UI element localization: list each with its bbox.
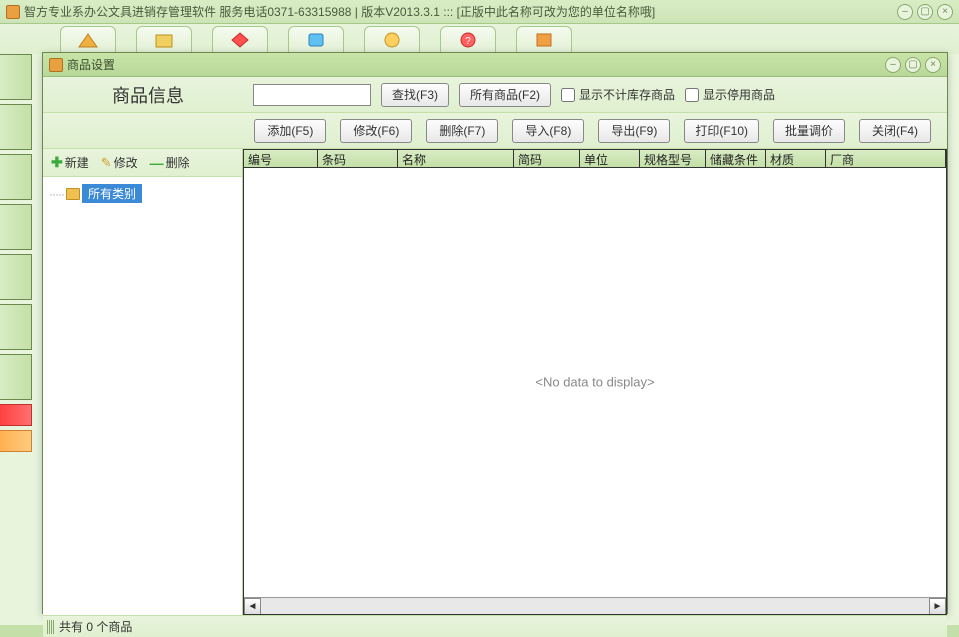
col-barcode[interactable]: 条码: [318, 150, 398, 167]
search-input[interactable]: [253, 84, 371, 106]
col-id[interactable]: 编号: [244, 150, 318, 167]
side-tab-7[interactable]: [0, 354, 32, 400]
tree-connector-icon: ·····: [49, 187, 64, 201]
toolbar-icon-1[interactable]: [60, 26, 116, 54]
toolbar-icon-4[interactable]: [288, 26, 344, 54]
col-spec[interactable]: 规格型号: [640, 150, 706, 167]
close-button[interactable]: ×: [937, 4, 953, 20]
col-vendor[interactable]: 厂商: [826, 150, 946, 167]
dialog-icon: [49, 58, 63, 72]
all-products-button[interactable]: 所有商品(F2): [459, 83, 551, 107]
edit-icon: ✎: [101, 155, 112, 171]
side-tab-orange[interactable]: [0, 430, 32, 452]
side-tab-6[interactable]: [0, 304, 32, 350]
tree-body[interactable]: ····· 所有类别: [43, 177, 242, 615]
dialog-maximize-button[interactable]: ▢: [905, 57, 921, 73]
checkbox-hide-stock[interactable]: 显示不计库存商品: [561, 86, 675, 103]
product-grid-panel: 编号 条码 名称 简码 单位 规格型号 储藏条件 材质 厂商 <No data …: [243, 149, 947, 615]
dialog-title: 商品设置: [67, 56, 885, 73]
tree-delete-button[interactable]: —删除: [146, 152, 194, 173]
tree-new-label: 新建: [65, 154, 89, 171]
folder-icon: [66, 188, 80, 200]
tree-toolbar: ✚新建 ✎修改 —删除: [43, 149, 242, 177]
svg-text:?: ?: [465, 36, 471, 47]
panel-heading: 商品信息: [53, 82, 243, 108]
close-dialog-button[interactable]: 关闭(F4): [859, 119, 931, 143]
app-icon: [6, 5, 20, 19]
dialog-minimize-button[interactable]: –: [885, 57, 901, 73]
dialog-titlebar: 商品设置 – ▢ ×: [43, 53, 947, 77]
app-titlebar: 智方专业系办公文具进销存管理软件 服务电话0371-63315988 | 版本V…: [0, 0, 959, 24]
side-tab-2[interactable]: [0, 104, 32, 150]
tree-delete-label: 删除: [166, 154, 190, 171]
toolbar-icon-7[interactable]: [516, 26, 572, 54]
export-button[interactable]: 导出(F9): [598, 119, 670, 143]
side-tab-4[interactable]: [0, 204, 32, 250]
modify-button[interactable]: 修改(F6): [340, 119, 412, 143]
status-bar: 共有 0 个商品: [43, 615, 947, 637]
scroll-left-button[interactable]: ◄: [244, 598, 261, 615]
checkbox-disabled-label: 显示停用商品: [703, 86, 775, 103]
grid-empty-text: <No data to display>: [535, 375, 654, 390]
col-short[interactable]: 简码: [514, 150, 580, 167]
toolbar-icon-3[interactable]: [212, 26, 268, 54]
tree-root-node[interactable]: ····· 所有类别: [47, 183, 238, 204]
checkbox-disabled[interactable]: 显示停用商品: [685, 86, 775, 103]
minus-icon: —: [150, 155, 164, 171]
side-tabs: [0, 54, 32, 456]
side-tab-3[interactable]: [0, 154, 32, 200]
tree-new-button[interactable]: ✚新建: [47, 152, 93, 173]
toolbar-icon-2[interactable]: [136, 26, 192, 54]
scroll-track[interactable]: [261, 598, 929, 615]
category-tree-panel: ✚新建 ✎修改 —删除 ····· 所有类别: [43, 149, 243, 615]
status-text: 共有 0 个商品: [59, 618, 132, 635]
search-button[interactable]: 查找(F3): [381, 83, 449, 107]
scroll-right-button[interactable]: ►: [929, 598, 946, 615]
tree-edit-label: 修改: [114, 154, 138, 171]
side-tab-5[interactable]: [0, 254, 32, 300]
side-tab-1[interactable]: [0, 54, 32, 100]
dialog-close-button[interactable]: ×: [925, 57, 941, 73]
grid-header: 编号 条码 名称 简码 单位 规格型号 储藏条件 材质 厂商: [244, 150, 946, 168]
col-unit[interactable]: 单位: [580, 150, 640, 167]
action-row: 添加(F5) 修改(F6) 删除(F7) 导入(F8) 导出(F9) 打印(F1…: [43, 113, 947, 149]
print-button[interactable]: 打印(F10): [684, 119, 759, 143]
col-storage[interactable]: 储藏条件: [706, 150, 766, 167]
col-material[interactable]: 材质: [766, 150, 826, 167]
batch-price-button[interactable]: 批量调价: [773, 119, 845, 143]
grid-h-scrollbar[interactable]: ◄ ►: [244, 597, 946, 614]
toolbar-icon-6[interactable]: ?: [440, 26, 496, 54]
search-row: 商品信息 查找(F3) 所有商品(F2) 显示不计库存商品 显示停用商品: [43, 77, 947, 113]
delete-button[interactable]: 删除(F7): [426, 119, 498, 143]
checkbox-hide-stock-label: 显示不计库存商品: [579, 86, 675, 103]
tree-edit-button[interactable]: ✎修改: [97, 152, 142, 173]
col-name[interactable]: 名称: [398, 150, 514, 167]
status-grip-icon: [47, 620, 55, 634]
checkbox-disabled-input[interactable]: [685, 88, 699, 102]
minimize-button[interactable]: –: [897, 4, 913, 20]
import-button[interactable]: 导入(F8): [512, 119, 584, 143]
side-tab-red[interactable]: [0, 404, 32, 426]
app-title: 智方专业系办公文具进销存管理软件 服务电话0371-63315988 | 版本V…: [24, 3, 897, 20]
toolbar-icon-5[interactable]: [364, 26, 420, 54]
add-button[interactable]: 添加(F5): [254, 119, 326, 143]
plus-icon: ✚: [51, 154, 63, 171]
checkbox-hide-stock-input[interactable]: [561, 88, 575, 102]
product-settings-dialog: 商品设置 – ▢ × 商品信息 查找(F3) 所有商品(F2) 显示不计库存商品…: [42, 52, 948, 614]
tree-root-label: 所有类别: [82, 184, 142, 203]
main-toolbar: ?: [0, 24, 959, 54]
maximize-button[interactable]: ▢: [917, 4, 933, 20]
product-grid[interactable]: 编号 条码 名称 简码 单位 规格型号 储藏条件 材质 厂商 <No data …: [243, 149, 947, 615]
